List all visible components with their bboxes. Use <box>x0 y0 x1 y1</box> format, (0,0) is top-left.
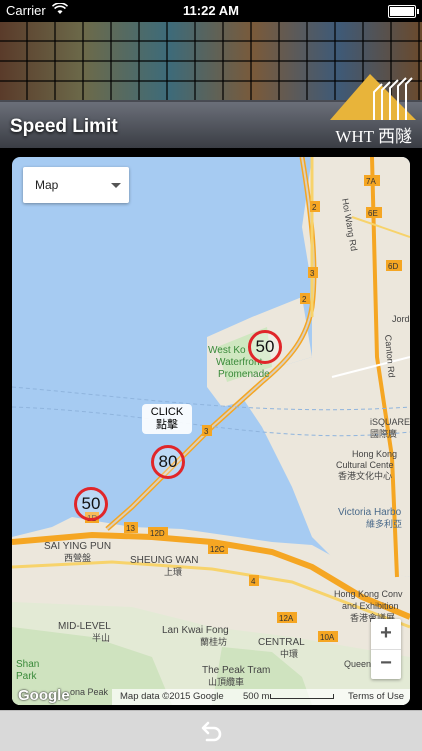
status-bar: Carrier 11:22 AM <box>0 0 422 22</box>
battery-icon <box>388 5 419 18</box>
google-logo: Google <box>18 687 70 704</box>
map-label: 國際廣 <box>370 428 397 439</box>
map-label: 蘭桂坊 <box>200 636 227 647</box>
click-label-zh: 點擊 <box>156 419 178 431</box>
map-type-selector[interactable]: Map <box>23 167 129 203</box>
click-callout[interactable]: CLICK 點擊 <box>142 404 192 434</box>
route-shield: 12D <box>150 529 165 538</box>
map-label: 山頂纜車 <box>208 676 244 687</box>
map-attribution: Google Map data ©2015 Google 500 m Terms… <box>12 687 410 705</box>
route-shield: 7A <box>366 177 376 186</box>
header-banner: Speed Limit WHT 西隧 <box>0 22 422 148</box>
map-label: The Peak Tram <box>202 665 270 676</box>
speed-limit-sign[interactable]: 50 <box>248 330 282 364</box>
clock: 11:22 AM <box>183 3 239 18</box>
map-label: Shan <box>16 659 39 670</box>
map-view[interactable]: 7A 6E 2 6D 3 2 3 12D 13 12C 4 12A 10A 1D… <box>12 157 410 705</box>
map-label: 西營盤 <box>64 552 91 563</box>
chevron-down-icon <box>111 183 121 188</box>
route-shield: 6E <box>368 209 378 218</box>
zoom-control: + − <box>371 619 401 679</box>
map-label: iSQUARE <box>370 417 410 427</box>
terms-of-use-link[interactable]: Terms of Use <box>348 691 404 702</box>
map-label: SAI YING PUN <box>44 541 111 552</box>
map-label: and Exhibition <box>342 601 399 611</box>
map-label: Jordan <box>392 314 410 324</box>
map-label: MID-LEVEL <box>58 621 111 632</box>
back-arrow-icon[interactable] <box>198 718 224 744</box>
map-label: 中環 <box>280 648 298 659</box>
zoom-out-button[interactable]: − <box>371 649 401 679</box>
route-shield: 13 <box>126 524 135 533</box>
scale-label: 500 m <box>243 691 270 702</box>
map-label: 半山 <box>92 632 110 643</box>
speed-limit-sign[interactable]: 50 <box>74 487 108 521</box>
route-shield: 12C <box>210 545 225 554</box>
scale-bar <box>270 694 334 699</box>
route-shield: 2 <box>302 295 307 304</box>
map-label: Hong Kong <box>352 449 397 459</box>
map-label: 維多利亞 <box>366 518 402 529</box>
bottom-toolbar <box>0 710 422 751</box>
map-label: Lan Kwai Fong <box>162 625 229 636</box>
map-label: 上環 <box>164 567 182 577</box>
route-shield: 6D <box>388 262 398 271</box>
map-label: CENTRAL <box>258 637 305 648</box>
tunnel-logo-icon <box>330 74 416 120</box>
map-label: Cultural Cente <box>336 460 394 470</box>
map-data-credit: Map data ©2015 Google <box>120 691 224 702</box>
page-title: Speed Limit <box>10 116 118 137</box>
route-shield: 3 <box>204 427 209 436</box>
route-shield: 4 <box>251 577 256 586</box>
map-label: West Ko <box>208 345 246 356</box>
zoom-in-button[interactable]: + <box>371 619 401 650</box>
map-type-label: Map <box>35 178 59 192</box>
map-basemap[interactable]: 7A 6E 2 6D 3 2 3 12D 13 12C 4 12A 10A 1D… <box>12 157 410 705</box>
route-shield: 3 <box>310 269 315 278</box>
logo-text: WHT 西隧 <box>335 127 412 146</box>
route-shield: 12A <box>279 614 294 623</box>
speed-limit-sign[interactable]: 80 <box>151 445 185 479</box>
map-label: 香港文化中心 <box>338 470 392 481</box>
wht-logo: WHT 西隧 <box>312 74 416 146</box>
route-shield: 10A <box>320 633 335 642</box>
map-label: Hong Kong Conv <box>334 589 403 599</box>
map-label: SHEUNG WAN <box>130 555 199 566</box>
map-label: Park <box>16 671 38 682</box>
click-label-en: CLICK <box>150 406 184 418</box>
route-shield: 2 <box>312 203 317 212</box>
map-label: Promenade <box>218 369 270 380</box>
map-label: Victoria Harbo <box>338 507 402 518</box>
